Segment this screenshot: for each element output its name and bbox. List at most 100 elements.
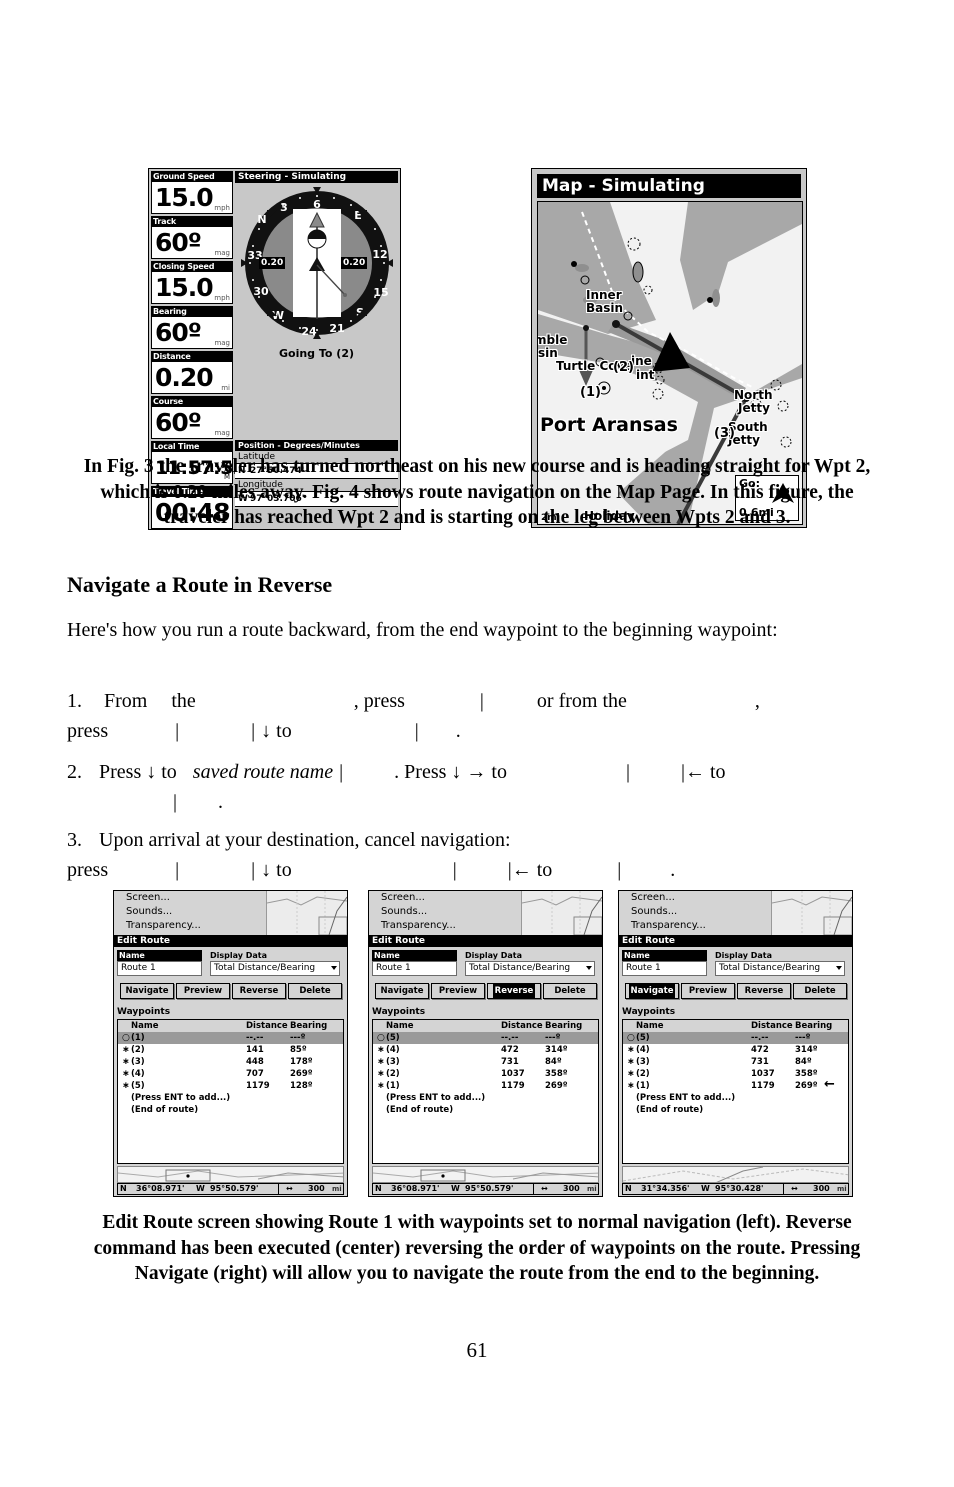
waypoint-row[interactable]: ∗ (3) 731 84º	[623, 1056, 848, 1068]
waypoint-marker-icon: ○	[122, 1033, 130, 1043]
waypoint-distance: 1037	[751, 1069, 775, 1079]
waypoint-row[interactable]: ∗ (2) 1037 358º	[623, 1068, 848, 1080]
step-1-bar-h: |	[175, 720, 180, 742]
svg-text:24: 24	[301, 325, 317, 338]
navigate-button[interactable]: Navigate	[625, 983, 679, 999]
waypoint-row[interactable]: ∗ (4) 472 314º	[623, 1044, 848, 1056]
background-map-thumbnail	[521, 891, 602, 935]
waypoint-name: (4)	[636, 1045, 650, 1055]
navigate-button[interactable]: Navigate	[120, 983, 174, 999]
reverse-button[interactable]: Reverse	[487, 983, 541, 999]
reverse-button[interactable]: Reverse	[737, 983, 791, 999]
waypoint-row[interactable]: ∗ (2) 1037 358º	[373, 1068, 598, 1080]
waypoint-bearing: 358º	[545, 1069, 568, 1079]
svg-text:3: 3	[280, 201, 288, 214]
waypoint-row[interactable]: ○ (1) --.-- ---º	[118, 1032, 343, 1044]
delete-button[interactable]: Delete	[793, 983, 847, 999]
navigate-button[interactable]: Navigate	[375, 983, 429, 999]
delete-button[interactable]: Delete	[288, 983, 342, 999]
column-header-bearing: Bearing	[795, 1021, 833, 1031]
reverse-button[interactable]: Reverse	[232, 983, 286, 999]
waypoint-marker-icon: ∗	[627, 1069, 635, 1079]
waypoint-distance: 472	[501, 1045, 519, 1055]
display-data-dropdown[interactable]: Total Distance/Bearing	[210, 961, 340, 976]
background-map-strip	[622, 1166, 849, 1183]
waypoint-list[interactable]: Name Distance Bearing ○ (1) --.-- ---º ∗ (2) 141 8…	[117, 1019, 344, 1164]
data-box-value: 60º	[155, 408, 202, 437]
edit-route-title: Edit Route	[619, 935, 852, 947]
waypoint-row[interactable]: ∗ (2) 141 85º	[118, 1044, 343, 1056]
preview-button[interactable]: Preview	[681, 983, 735, 999]
data-box-unit: mag	[214, 339, 230, 347]
display-data-dropdown[interactable]: Total Distance/Bearing	[715, 961, 845, 976]
waypoint-distance: 731	[501, 1057, 519, 1067]
svg-text:15: 15	[373, 286, 388, 299]
page-number: 61	[466, 1338, 488, 1362]
map-title: Map - Simulating	[537, 174, 801, 198]
waypoint-row[interactable]: ○ (5) --.-- ---º	[373, 1032, 598, 1044]
step-2-text-h: .	[218, 791, 224, 813]
step-1-text-e: or from the	[536, 690, 627, 712]
waypoint-row[interactable]: ∗ (4) 707 269º	[118, 1068, 343, 1080]
route-name-field[interactable]: Route 1	[622, 961, 707, 976]
background-map-thumbnail	[771, 891, 852, 935]
waypoint-marker-icon: ∗	[377, 1057, 385, 1067]
name-label: Name	[622, 950, 707, 961]
preview-button[interactable]: Preview	[176, 983, 230, 999]
waypoint-marker-icon: ∗	[377, 1081, 385, 1091]
svg-text:N: N	[257, 213, 266, 226]
step-2-bar-c: |	[339, 761, 344, 783]
route-name-field[interactable]: Route 1	[372, 961, 457, 976]
background-map-strip	[372, 1166, 599, 1183]
waypoint-distance: 448	[246, 1057, 264, 1067]
step-1: 1. From the , press | or from the , pres…	[67, 686, 887, 746]
data-box-value-area: 60º mag	[151, 317, 233, 349]
waypoint-name: (3)	[636, 1057, 650, 1067]
section-heading: Navigate a Route in Reverse	[67, 572, 333, 597]
waypoint-name: (3)	[386, 1057, 400, 1067]
waypoint-bearing: 84º	[795, 1057, 812, 1067]
status-lat-hemisphere: N	[625, 1184, 632, 1193]
edit-route-title: Edit Route	[114, 935, 347, 947]
display-data-dropdown[interactable]: Total Distance/Bearing	[465, 961, 595, 976]
waypoint-row[interactable]: ∗ (4) 472 314º	[373, 1044, 598, 1056]
name-label: Name	[372, 950, 457, 961]
step-3-text-e: ↓ to	[261, 859, 292, 881]
route-name-field[interactable]: Route 1	[117, 961, 202, 976]
waypoint-name: (4)	[131, 1069, 145, 1079]
map-label: Jetty	[738, 401, 770, 415]
waypoint-list-note: (Press ENT to add...)	[131, 1093, 231, 1103]
waypoint-distance: 1179	[246, 1081, 270, 1091]
zoom-range-icon: ↔	[286, 1184, 293, 1193]
waypoint-distance: 731	[751, 1057, 769, 1067]
waypoint-marker-icon: ∗	[627, 1045, 635, 1055]
steering-data-box-4: Distance 0.20 mi	[151, 351, 233, 394]
waypoint-name: (2)	[131, 1045, 145, 1055]
waypoint-row[interactable]: ○ (5) --.-- ---º	[623, 1032, 848, 1044]
waypoint-row[interactable]: ∗ (1) 1179 269º	[623, 1080, 848, 1092]
figure-caption-top: In Fig. 3 the traveler has turned northe…	[83, 456, 871, 528]
waypoint-row[interactable]: ∗ (1) 1179 269º	[373, 1080, 598, 1092]
waypoint-row[interactable]: ∗ (5) 1179 128º	[118, 1080, 343, 1092]
edit-route-button-row: Navigate Preview Reverse Delete	[625, 983, 847, 999]
waypoint-row[interactable]: ∗ (3) 731 84º	[373, 1056, 598, 1068]
step-1-bar-d: |	[479, 690, 484, 712]
step-3-bar-f: |	[452, 859, 457, 881]
cdi-right-value: 0.20	[341, 257, 368, 269]
preview-button[interactable]: Preview	[431, 983, 485, 999]
waypoint-bearing: 358º	[795, 1069, 818, 1079]
zoom-range-icon: ↔	[541, 1184, 548, 1193]
waypoint-distance: 472	[751, 1045, 769, 1055]
status-scale-unit: mi	[587, 1185, 597, 1193]
waypoint-row[interactable]: ∗ (3) 448 178º	[118, 1056, 343, 1068]
map-label: Port Aransas	[540, 414, 678, 436]
column-header-bearing: Bearing	[545, 1021, 583, 1031]
status-scale-value: 300	[813, 1184, 830, 1193]
waypoint-name: (5)	[386, 1033, 400, 1043]
waypoint-list[interactable]: Name Distance Bearing ○ (5) --.-- ---º ∗ (4) 472 3…	[372, 1019, 599, 1164]
waypoint-distance: --.--	[501, 1033, 519, 1043]
status-scale-unit: mi	[837, 1185, 847, 1193]
waypoint-list[interactable]: Name Distance Bearing ○ (5) --.-- ---º ∗ (4) 472 3…	[622, 1019, 849, 1164]
step-1-text-c: , press	[353, 690, 405, 712]
delete-button[interactable]: Delete	[543, 983, 597, 999]
